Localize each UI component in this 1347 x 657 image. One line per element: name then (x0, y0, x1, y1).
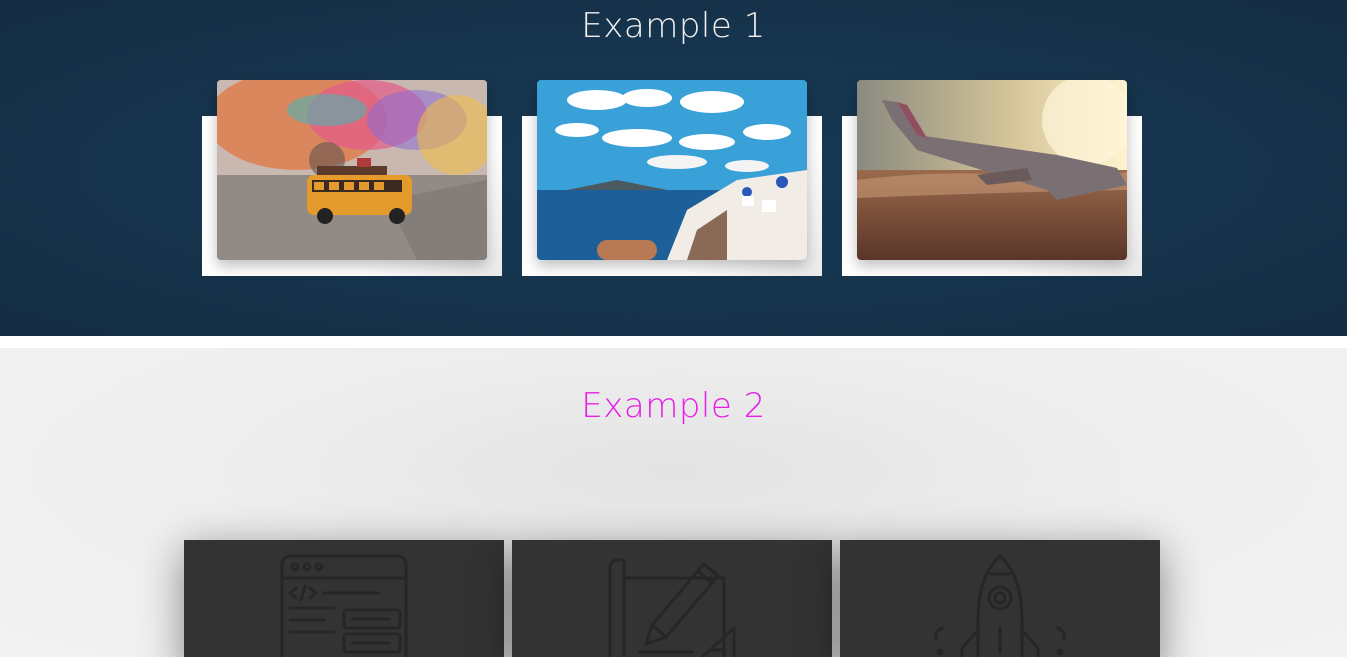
photo-card-santorini[interactable] (522, 80, 822, 276)
code-window-icon (280, 554, 408, 657)
rocket-icon (934, 554, 1066, 657)
example1-title: Example 1 (581, 6, 766, 46)
photo-card-bus[interactable] (202, 80, 502, 276)
photo-card-airplane[interactable] (842, 80, 1142, 276)
santorini-photo (537, 80, 807, 260)
icon-card-rocket[interactable] (840, 540, 1160, 657)
example2-section: Example 2 (0, 348, 1347, 657)
section-divider (0, 336, 1347, 348)
icon-card-code[interactable] (184, 540, 504, 657)
toy-bus-photo (217, 80, 487, 260)
design-pencil-icon (608, 558, 736, 657)
icon-card-design[interactable] (512, 540, 832, 657)
airplane-wing-photo (857, 80, 1127, 260)
example1-section: Example 1 (0, 0, 1347, 336)
example2-title: Example 2 (581, 386, 766, 426)
